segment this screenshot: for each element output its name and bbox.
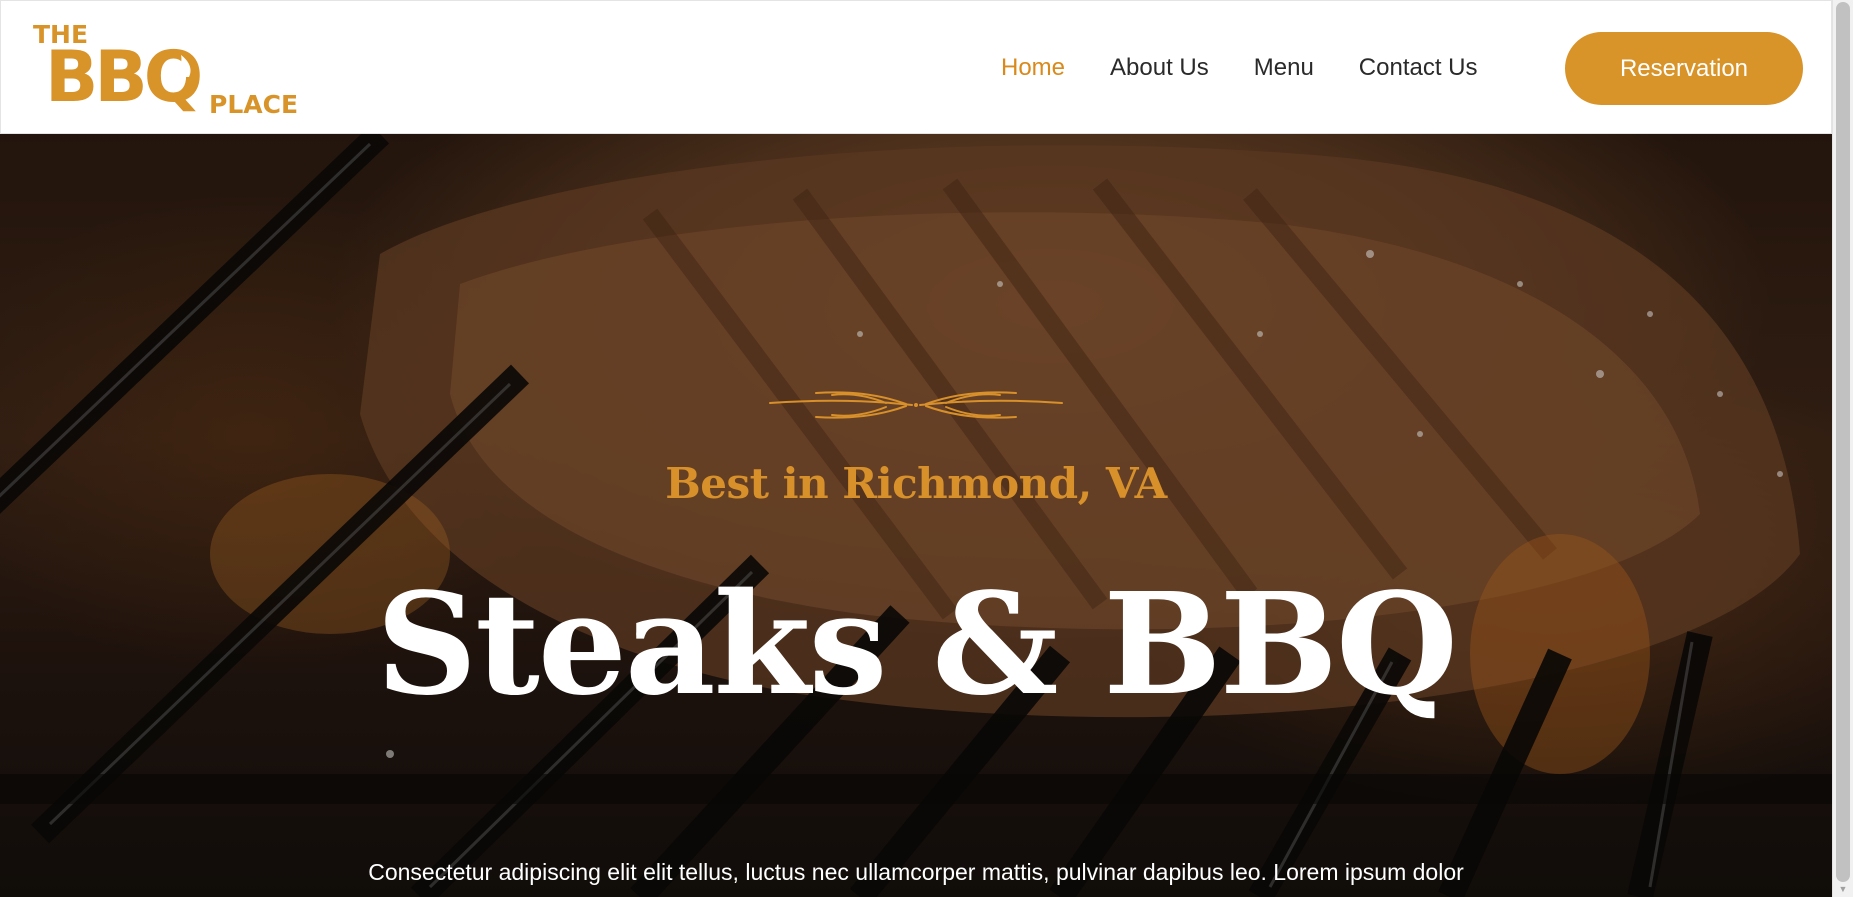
hero-tagline: Best in Richmond, VA bbox=[665, 459, 1167, 508]
bbq-place-logo: THE BBQ PLACE bbox=[33, 20, 298, 119]
chevron-down-icon[interactable]: ▼ bbox=[1838, 884, 1848, 894]
site-logo[interactable]: THE BBQ PLACE bbox=[31, 19, 311, 119]
reservation-button[interactable]: Reservation bbox=[1565, 32, 1803, 105]
hero-title: Steaks & BBQ bbox=[376, 563, 1458, 727]
site-header: THE BBQ PLACE Home About Us Menu Contact… bbox=[0, 0, 1832, 134]
hero-section: Best in Richmond, VA Steaks & BBQ Consec… bbox=[0, 134, 1832, 897]
page-scrollbar[interactable]: ▼ bbox=[1832, 0, 1853, 897]
nav-menu-link[interactable]: Menu bbox=[1254, 54, 1314, 82]
logo-text-place: PLACE bbox=[209, 90, 298, 119]
hero-overlay bbox=[0, 134, 1832, 897]
nav-home-link[interactable]: Home bbox=[1001, 54, 1065, 82]
logo-text-bbq: BBQ bbox=[45, 36, 200, 118]
hero-description: Consectetur adipiscing elit elit tellus,… bbox=[368, 859, 1464, 897]
scrollbar-thumb[interactable] bbox=[1836, 2, 1850, 882]
nav-contact-link[interactable]: Contact Us bbox=[1359, 54, 1478, 82]
nav-about-link[interactable]: About Us bbox=[1110, 54, 1209, 82]
page: THE BBQ PLACE Home About Us Menu Contact… bbox=[0, 0, 1853, 897]
wheat-divider-icon bbox=[769, 391, 1063, 419]
main-nav: Home About Us Menu Contact Us bbox=[1001, 1, 1523, 135]
